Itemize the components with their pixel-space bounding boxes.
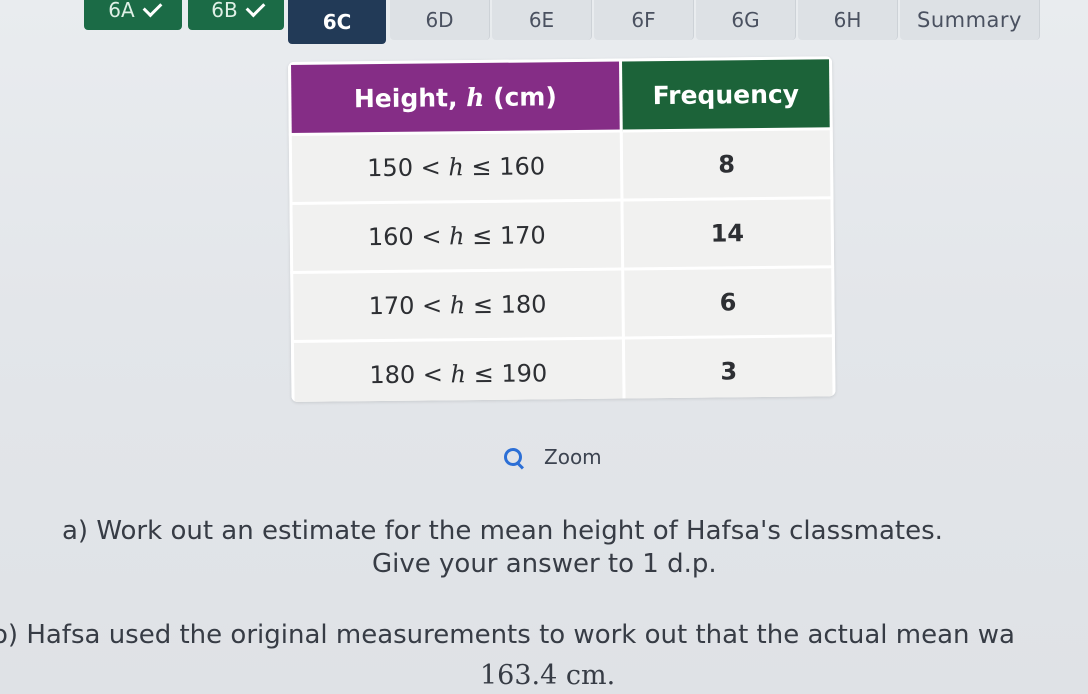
- tab-label: Summary: [917, 8, 1022, 32]
- tab-label: 6F: [631, 8, 656, 32]
- table-row: 160 < h ≤ 170 14: [290, 197, 833, 273]
- tab-6b[interactable]: 6B: [188, 0, 284, 30]
- question-b-text: o) Hafsa used the original measurements …: [0, 620, 1015, 650]
- header-height-text: Height,: [353, 82, 467, 113]
- tab-6c[interactable]: 6C: [288, 0, 386, 44]
- height-interval: 160 < h ≤ 170: [290, 200, 623, 273]
- interval-high: 190: [501, 359, 548, 388]
- interval-operator: <: [415, 360, 451, 389]
- interval-operator: <: [412, 153, 449, 182]
- checkmark-icon: [142, 0, 163, 17]
- tab-label: 6G: [731, 8, 760, 32]
- section-tab-bar: 6A 6B 6C 6D 6E 6F 6G 6H Summary: [0, 0, 1088, 44]
- header-frequency: Frequency: [620, 57, 832, 132]
- tab-summary[interactable]: Summary: [900, 0, 1040, 40]
- tab-6h[interactable]: 6H: [798, 0, 898, 40]
- interval-low: 180: [369, 360, 416, 390]
- interval-operator: ≤: [465, 359, 502, 389]
- interval-high: 170: [499, 221, 546, 250]
- interval-low: 160: [367, 222, 414, 252]
- interval-low: 150: [367, 153, 414, 183]
- tab-label: 6H: [833, 8, 862, 32]
- interval-operator: <: [413, 222, 450, 251]
- height-interval: 180 < h ≤ 190: [292, 338, 625, 402]
- tab-6a[interactable]: 6A: [84, 0, 182, 30]
- interval-variable: h: [450, 360, 467, 389]
- frequency-value: 6: [622, 266, 834, 339]
- interval-high: 180: [500, 290, 547, 319]
- frequency-value: 3: [623, 335, 835, 402]
- header-height-variable: h: [466, 82, 485, 112]
- table-row: 180 < h ≤ 190 3: [292, 335, 835, 402]
- tab-label: 6C: [322, 10, 352, 34]
- interval-low: 170: [368, 291, 415, 321]
- zoom-button[interactable]: Zoom: [504, 444, 602, 470]
- frequency-table: Height, h (cm) Frequency 150 < h ≤ 160 8…: [288, 56, 836, 402]
- tab-6f[interactable]: 6F: [594, 0, 694, 40]
- interval-variable: h: [448, 222, 465, 251]
- header-height: Height, h (cm): [289, 60, 622, 135]
- tab-6g[interactable]: 6G: [696, 0, 796, 40]
- question-a-instruction: Give your answer to 1 d.p.: [372, 549, 717, 579]
- interval-variable: h: [448, 153, 464, 182]
- question-b-value: 163.4 cm.: [480, 660, 616, 691]
- frequency-table-card: Height, h (cm) Frequency 150 < h ≤ 160 8…: [288, 56, 836, 402]
- tab-6d[interactable]: 6D: [390, 0, 490, 40]
- question-a-text: a) Work out an estimate for the mean hei…: [62, 516, 943, 546]
- interval-operator: ≤: [463, 152, 500, 182]
- interval-operator: ≤: [465, 290, 501, 320]
- table-row: 150 < h ≤ 160 8: [290, 128, 832, 204]
- tab-label: 6A: [108, 0, 135, 22]
- height-interval: 150 < h ≤ 160: [290, 131, 622, 204]
- magnifier-icon: [504, 448, 525, 470]
- tab-6e[interactable]: 6E: [492, 0, 592, 40]
- table-header-row: Height, h (cm) Frequency: [289, 57, 832, 135]
- frequency-value: 8: [621, 128, 832, 201]
- interval-operator: ≤: [464, 221, 501, 251]
- tab-label: 6B: [211, 0, 238, 22]
- table-row: 170 < h ≤ 180 6: [291, 266, 834, 342]
- tab-label: 6E: [528, 8, 555, 32]
- frequency-value: 14: [621, 197, 833, 270]
- header-height-unit: (cm): [484, 81, 557, 112]
- checkmark-icon: [245, 0, 266, 17]
- interval-variable: h: [449, 291, 466, 320]
- interval-operator: <: [414, 291, 450, 320]
- tab-label: 6D: [425, 8, 454, 32]
- interval-high: 160: [499, 152, 546, 181]
- zoom-label: Zoom: [544, 445, 602, 469]
- height-interval: 170 < h ≤ 180: [291, 269, 624, 342]
